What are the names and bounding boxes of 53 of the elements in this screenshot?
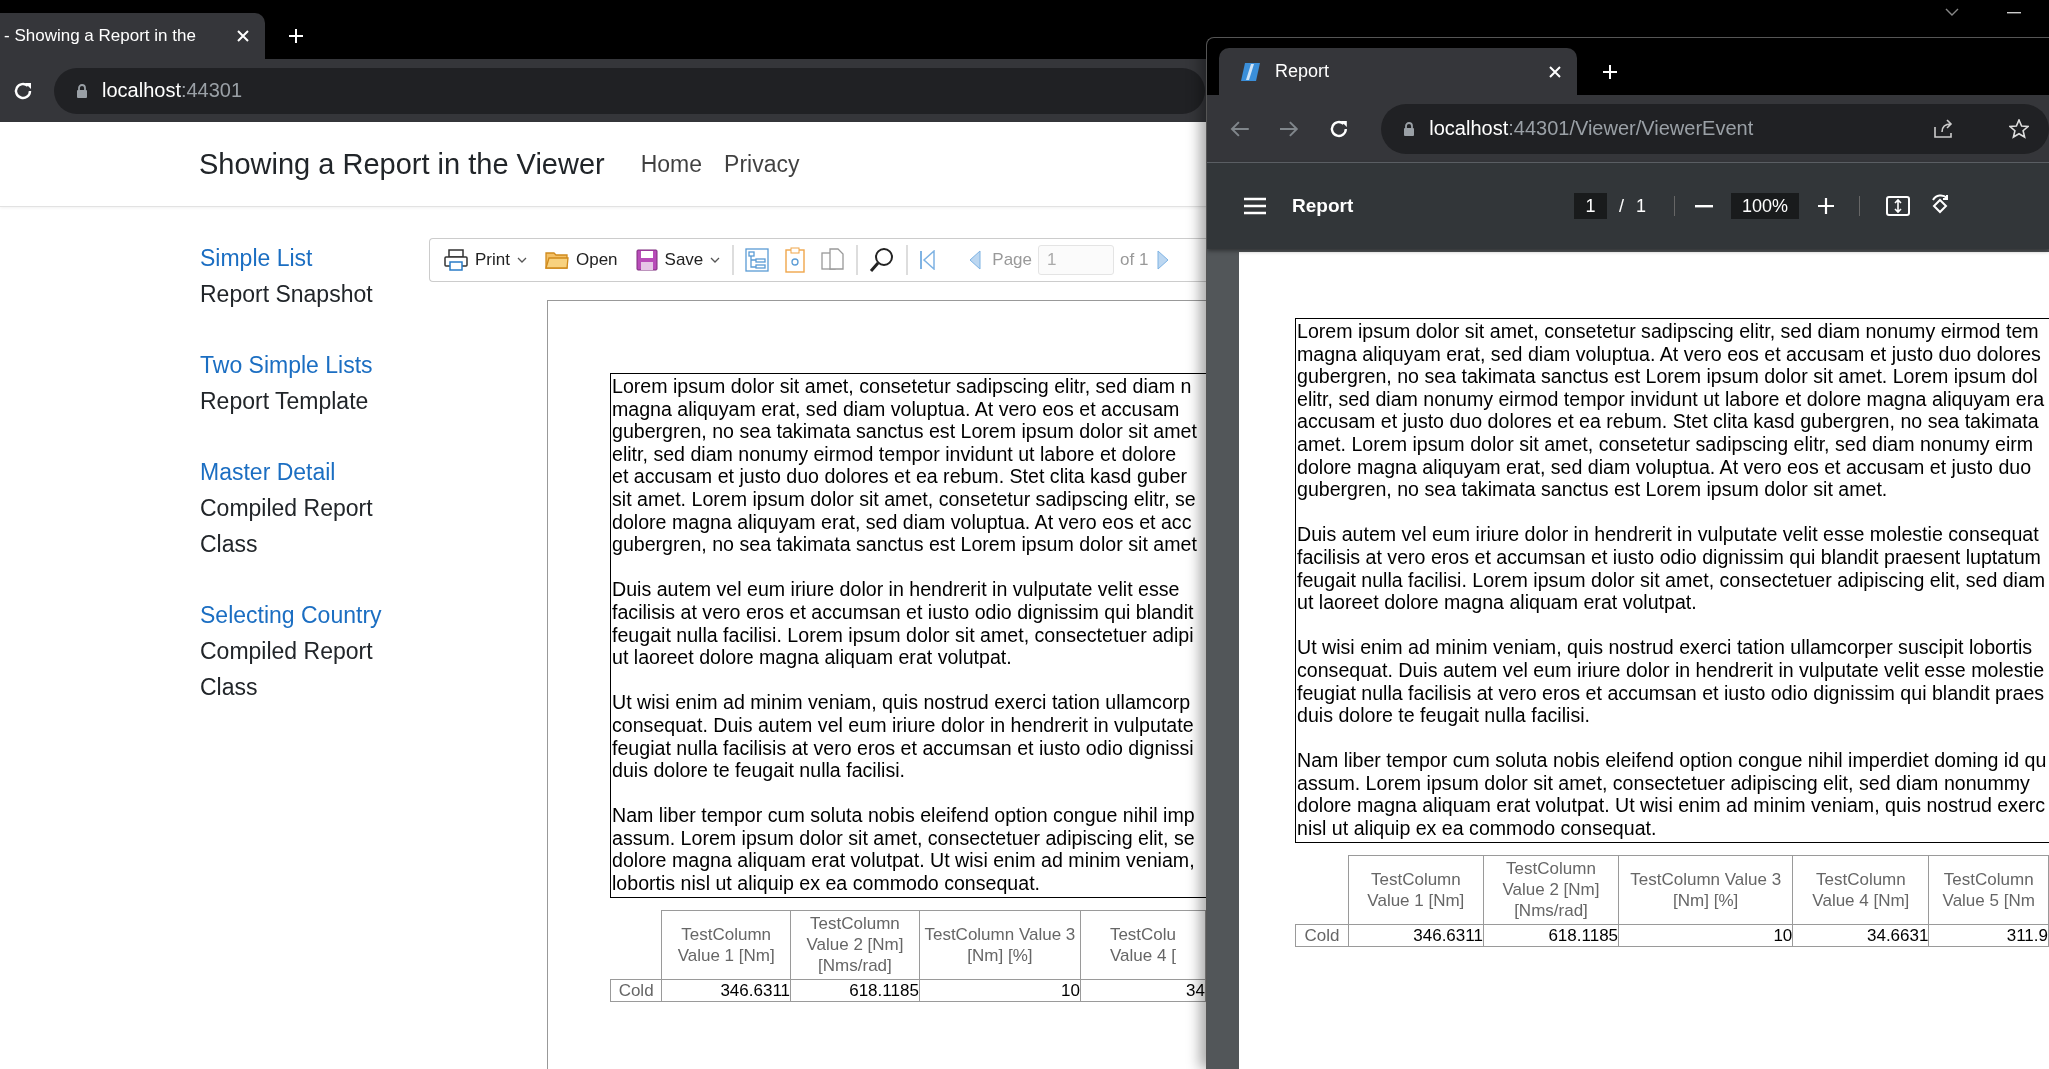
column-header: TestColumn Value 3 [Nm] [%] <box>1618 855 1793 925</box>
table-cell: 346.6311 <box>1348 924 1484 947</box>
report-paragraph: Duis autem vel eum iriure dolor in hendrerit in vulputate velit esse molestie consequat facilisis at vero eros et accumsan et iusto odio dignissim qui blandit praesent luptatum feugait nulla facilisi. Lorem ipsum dolor sit amet, consectetuer adipiscing elit, sed diam ut laoreet dolore magna aliquam erat volutpat. <box>1297 523 2047 614</box>
sidebar-caption: Compiled Report Class <box>200 494 374 559</box>
sidebar-caption: Report Template <box>200 387 370 416</box>
sidebar-link[interactable]: Master Detail <box>200 454 336 490</box>
sidebar-caption: Report Snapshot <box>200 280 374 309</box>
table-cell: 618.1185 <box>790 979 920 1002</box>
table-cell: 346.6311 <box>661 979 791 1002</box>
browser-tab[interactable]: - Showing a Report in the <box>0 13 265 59</box>
address-bar[interactable]: localhost:44301 <box>54 67 1205 114</box>
report-paragraph: Lorem ipsum dolor sit amet, consetetur sadipscing elitr, sed diam n magna aliquyam erat, sed diam voluptua. At vero eos et accusam gubergren, no sea takimata sanctus est Lorem ipsum dolor sit amet elitr, sed diam nonumy eirmod tempor invidunt ut labore et dolore et accusam et justo duo dolores et ea rebum. Stet clita kasd guber sit amet. Lorem ipsum dolor sit amet, consetetur sadipscing elitr, se dolore magna aliquyam erat, sed diam voluptua. At vero eos et acc gubergren, no sea takimata sanctus est Lorem ipsum dolor sit amet <box>612 375 1198 556</box>
zoom-level[interactable]: 100% <box>1731 193 1800 219</box>
page-count: 1 <box>1636 195 1647 217</box>
sidebar-link[interactable]: Selecting Country <box>200 597 382 633</box>
sidebar-link[interactable]: Simple List <box>200 240 313 276</box>
site-title[interactable]: Showing a Report in the Viewer <box>199 147 605 181</box>
table-cell: 311.9 <box>1928 924 2049 947</box>
report-paragraph: Nam liber tempor cum soluta nobis eleifend option congue nihil imperdiet doming id qu assum. Lorem ipsum dolor sit amet, consectetuer adipiscing elit, sed diam nonummy dolore magna aliquam erat volutpat. Ut wisi enim ad minim veniam, quis nostrud exerc nisl ut aliquip ex ea commodo consequat. <box>1297 749 2048 840</box>
table-cell: 10 <box>1618 924 1793 947</box>
row-label: Cold <box>1295 924 1349 947</box>
page-label: Page <box>992 250 1032 270</box>
column-header: TestColumn Value 4 [Nm] <box>1792 855 1929 925</box>
table-cell: 34.6631 <box>1792 924 1929 947</box>
nav-link[interactable]: Privacy <box>724 150 800 178</box>
column-header: TestColumn Value 1 [Nm] <box>1348 855 1484 925</box>
column-header: TestColumn Value 1 [Nm] <box>661 910 791 980</box>
column-header: TestColumn Value 2 [Nm] [Nms/rad] <box>1483 855 1619 925</box>
toolbar-button[interactable]: Open <box>538 246 624 274</box>
browser-tab[interactable]: Report <box>1219 48 1577 95</box>
toolbar-button[interactable]: Save <box>629 245 727 275</box>
sidebar-link[interactable]: Two Simple Lists <box>200 347 373 383</box>
document-title: Report <box>1292 195 1355 217</box>
column-header: TestColumn Value 5 [Nm <box>1928 855 2049 925</box>
report-paragraph: Ut wisi enim ad minim veniam, quis nostrud exerci tation ullamcorp consequat. Duis autem vel eum iriure dolor in hendrerit in vulputate feugiat nulla facilisis at vero eros et accumsan et iusto odio dignissi duis dolore te feugait nulla facilisi. <box>612 691 1195 782</box>
column-header: TestColumn Value 3 [Nm] [%] <box>919 910 1081 980</box>
column-header: TestColu Value 4 [ <box>1080 910 1206 980</box>
toolbar-button[interactable]: Print <box>438 245 533 275</box>
table-cell: 10 <box>919 979 1081 1002</box>
address-bar[interactable]: localhost:44301/Viewer/ViewerEvent <box>1381 103 2049 154</box>
report-paragraph: Nam liber tempor cum soluta nobis eleifend option congue nihil imp assum. Lorem ipsum dolor sit amet, consectetuer adipiscing elit, se dolore magna aliquam erat volutpat. Ut wisi enim ad minim veniam, lobortis nisl ut aliquip ex ea commodo consequat. <box>612 804 1196 895</box>
report-paragraph: Lorem ipsum dolor sit amet, consetetur sadipscing elitr, sed diam nonumy eirmod tem magna aliquyam erat, sed diam voluptua. At vero eos et accusam et justo duo dolores gubergren, no sea takimata sanctus est Lorem ipsum dolor sit amet. Lorem ipsum dol elitr, sed diam nonumy eirmod tempor invidunt ut labore et dolore magna aliquyam era accusam et justo duo dolores et ea rebum. Stet clita kasd gubergren, no sea takimata amet. Lorem ipsum dolor sit amet, consetetur sadipscing elitr, sed diam nonumy eirm dolore magna aliquyam erat, sed diam voluptua. At vero eos et accusam et justo duo gubergren, no sea takimata sanctus est Lorem ipsum dolor sit amet. <box>1297 320 2046 501</box>
sidebar-caption: Compiled Report Class <box>200 637 374 702</box>
page-number-field[interactable]: 1 <box>1574 193 1607 219</box>
page-separator: / <box>1619 195 1624 217</box>
nav-link[interactable]: Home <box>640 150 703 178</box>
report-paragraph: Duis autem vel eum iriure dolor in hendrerit in vulputate velit esse facilisis at vero eros et accumsan et iusto odio dignissim qui blandit feugait nulla facilisi. Lorem ipsum dolor sit amet, consectetuer adipi ut laoreet dolore magna aliquam erat volutpat. <box>612 578 1195 669</box>
row-label: Cold <box>610 979 662 1002</box>
report-paragraph: Ut wisi enim ad minim veniam, quis nostrud exerci tation ullamcorper suscipit lobortis consequat. Duis autem vel eum iriure dolor in hendrerit in vulputate velit esse molestie feugiat nulla facilisis at vero eros et accumsan et iusto odio dignissim qui blandit praes duis dolore te feugait nulla facilisi. <box>1297 636 2046 727</box>
column-header: TestColumn Value 2 [Nm] [Nms/rad] <box>790 910 920 980</box>
table-cell: 618.1185 <box>1483 924 1619 947</box>
table-cell: 34 <box>1080 979 1206 1002</box>
page-count: of 1 <box>1120 250 1149 270</box>
